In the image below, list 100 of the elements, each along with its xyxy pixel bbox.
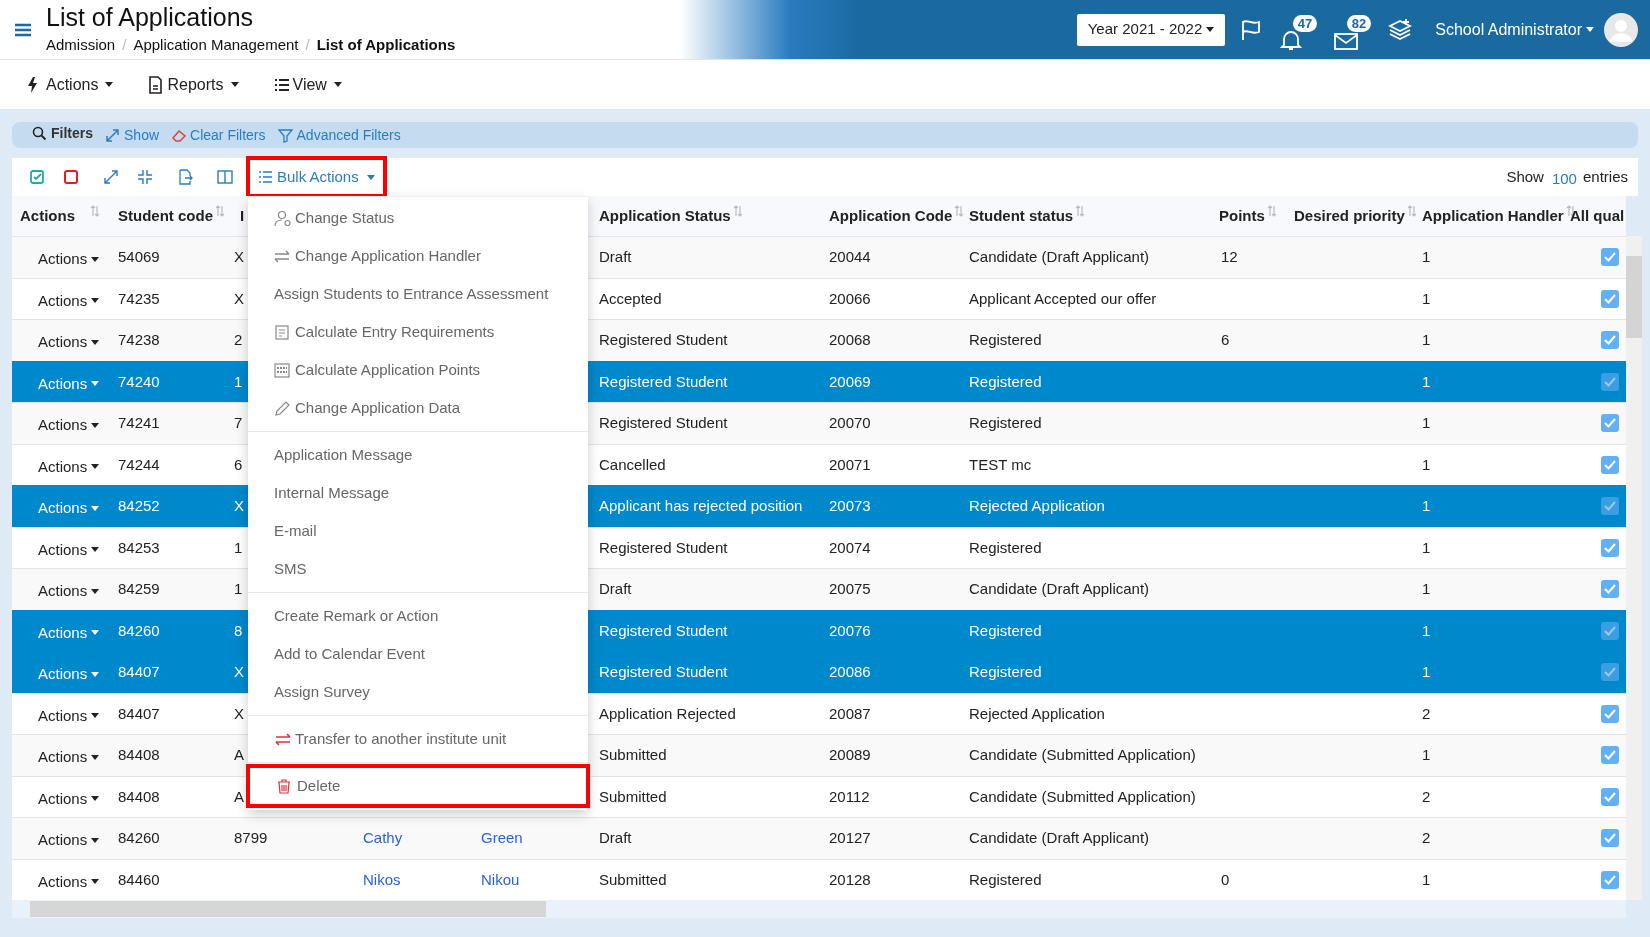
menu-item[interactable]: Delete (246, 764, 590, 808)
checkbox[interactable] (1601, 248, 1619, 267)
row-actions-button[interactable]: Actions (38, 455, 100, 478)
layers-button[interactable] (1387, 17, 1414, 42)
menu-item[interactable]: Reports (147, 72, 239, 97)
messages-button[interactable]: 82 (1333, 14, 1372, 51)
checkbox[interactable] (1601, 414, 1619, 433)
show-label: Show (1506, 166, 1544, 187)
envelope-icon (1333, 30, 1360, 51)
row-actions-button[interactable]: Actions (38, 580, 100, 603)
name-link[interactable]: Nikos (363, 870, 401, 888)
expand-icon (103, 169, 119, 185)
row-actions-button[interactable]: Actions (38, 829, 100, 852)
column-header[interactable]: Student status (969, 204, 1074, 228)
breadcrumb-link[interactable]: Admission (46, 34, 116, 57)
table-cell: 84260 (118, 829, 160, 846)
table-cell: Candidate (Draft Applicant) (969, 829, 1150, 846)
table-cell: Registered Student (599, 331, 728, 348)
caret-icon (91, 256, 100, 262)
menu-item[interactable]: Change Status (248, 199, 588, 237)
caret-icon (230, 82, 239, 87)
row-actions-button[interactable]: Actions (38, 663, 100, 686)
table-cell: 20044 (829, 248, 871, 265)
row-actions-button[interactable]: Actions (38, 621, 100, 644)
check-icon (1604, 625, 1616, 636)
row-actions-button[interactable]: Actions (38, 331, 100, 354)
checkbox[interactable] (1601, 746, 1619, 765)
checkbox[interactable] (1601, 787, 1619, 806)
row-actions-button[interactable]: Actions (38, 248, 100, 271)
checkbox[interactable] (1601, 497, 1619, 516)
user-menu[interactable]: School Administrator (1435, 17, 1594, 42)
sort-icon (954, 205, 965, 217)
checkbox[interactable] (1601, 455, 1619, 474)
horizontal-scrollbar[interactable] (12, 900, 1626, 918)
row-actions-button[interactable]: Actions (38, 414, 100, 437)
sort-icon (90, 205, 100, 217)
menu-item[interactable]: Change Application Handler (248, 237, 588, 275)
checkbox[interactable] (1601, 289, 1619, 308)
menu-item[interactable]: View (272, 72, 342, 97)
row-actions-button[interactable]: Actions (38, 746, 100, 769)
menu-item[interactable]: Assign Students to Entrance Assessment (248, 275, 588, 313)
checkbox[interactable] (1601, 580, 1619, 599)
column-header[interactable]: Application Code (829, 204, 953, 228)
table-cell: Submitted (599, 746, 667, 763)
caret-icon (91, 879, 100, 885)
checkbox[interactable] (1601, 663, 1619, 682)
column-header[interactable]: Application Status (599, 204, 731, 228)
bulk-actions-button[interactable]: Bulk Actions (246, 156, 387, 198)
row-actions-button[interactable]: Actions (38, 497, 100, 520)
table-cell: Registered Student (599, 414, 728, 431)
table-row[interactable]: Actions 84260 8799 Cathy Green Draft 20127 Candidate (Draft Applicant) 2 (12, 817, 1626, 859)
table-cell: 84259 (118, 580, 160, 597)
table-cell: 20127 (829, 829, 871, 846)
column-header[interactable]: Student code (118, 204, 213, 228)
caret-icon (91, 505, 100, 511)
page-size-select[interactable]: 100 (1551, 167, 1577, 191)
column-header[interactable]: Desired priority (1294, 204, 1405, 228)
row-actions-button[interactable]: Actions (38, 289, 100, 312)
name-link[interactable]: Nikou (481, 870, 520, 888)
layers-plus-icon (1387, 17, 1414, 42)
row-actions-button[interactable]: Actions (38, 704, 100, 727)
eraser-icon (171, 127, 187, 143)
table-cell: A (234, 787, 244, 805)
notifications-button[interactable]: 47 (1279, 14, 1318, 51)
checkbox[interactable] (1601, 704, 1619, 723)
checkbox[interactable] (1601, 538, 1619, 557)
column-header[interactable]: I (240, 204, 245, 228)
sort-icon (215, 205, 225, 217)
table-cell: Draft (599, 248, 632, 265)
table-cell: 84407 (118, 704, 160, 722)
table-cell: 20087 (829, 704, 871, 722)
checkbox[interactable] (1601, 331, 1619, 350)
checkbox[interactable] (1601, 829, 1619, 848)
year-dropdown[interactable]: Year 2021 - 2022 (1076, 13, 1226, 46)
checkbox[interactable] (1601, 621, 1619, 640)
row-actions-button[interactable]: Actions (38, 538, 100, 561)
row-actions-button[interactable]: Actions (38, 372, 100, 395)
table-cell: 2 (1422, 787, 1431, 805)
column-header[interactable]: Actions (20, 204, 75, 228)
check-icon (1604, 418, 1616, 429)
table-cell: 8799 (234, 829, 268, 846)
column-header[interactable]: Application Handler (1422, 204, 1564, 228)
row-actions-button[interactable]: Actions (38, 787, 100, 810)
menu-item[interactable]: Actions (26, 72, 114, 97)
name-link[interactable]: Cathy (363, 829, 403, 846)
breadcrumb-link[interactable]: Application Management (133, 34, 299, 57)
column-header[interactable]: Points (1219, 204, 1265, 228)
table-cell: 20071 (829, 455, 871, 473)
checkbox[interactable] (1601, 372, 1619, 391)
menu-button[interactable] (14, 22, 32, 37)
checkbox[interactable] (1601, 870, 1619, 889)
table-cell: 84408 (118, 787, 160, 805)
table-cell: 1 (234, 538, 243, 556)
vertical-scrollbar[interactable] (1626, 236, 1642, 900)
caret-icon (91, 588, 100, 594)
name-link[interactable]: Green (481, 829, 523, 846)
column-header[interactable]: All qual (1570, 204, 1625, 228)
filters-label: Filters (51, 123, 93, 143)
sort-icon (1266, 205, 1277, 217)
row-actions-button[interactable]: Actions (38, 870, 100, 893)
